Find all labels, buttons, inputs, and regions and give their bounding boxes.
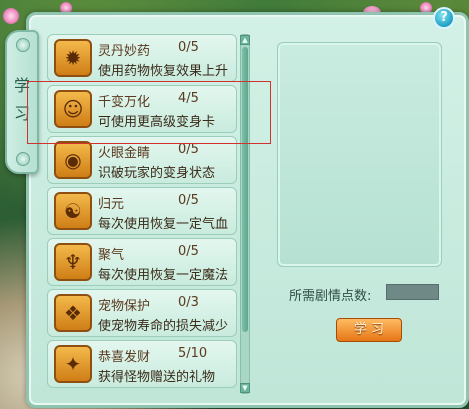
potion-icon: ✹	[54, 39, 92, 77]
skill-description: 识破玩家的变身状态	[98, 166, 216, 181]
skill-description: 使用药物恢复效果上升	[98, 64, 229, 79]
skill-level: 0/5	[178, 244, 199, 259]
skill-description: 每次使用恢复一定气血	[98, 217, 229, 232]
skill-level: 0/5	[178, 142, 199, 157]
skill-item[interactable]: ♆ 聚气 0/5 每次使用恢复一定魔法	[47, 238, 237, 286]
skill-name: 宠物保护	[98, 299, 151, 314]
tab-knob-bottom-icon	[16, 152, 30, 166]
blossom-decoration	[3, 8, 19, 24]
skill-description: 每次使用恢复一定魔法	[98, 268, 229, 283]
help-icon[interactable]: ?	[433, 7, 455, 29]
skill-name: 灵丹妙药	[98, 44, 151, 59]
skill-level: 0/3	[178, 295, 199, 310]
skill-item[interactable]: ✦ 恭喜发财 5/10 获得怪物赠送的礼物	[47, 340, 237, 388]
meditation-icon: ☯	[54, 192, 92, 230]
skill-description: 使宠物寿命的损失减少	[98, 319, 229, 334]
skill-description: 获得怪物赠送的礼物	[98, 370, 216, 385]
skill-name: 火眼金睛	[98, 146, 151, 161]
skill-detail-preview	[277, 42, 442, 267]
selected-skill-highlight	[27, 81, 271, 144]
scroll-down-arrow-icon[interactable]: ▼	[240, 383, 250, 393]
gold-ingot-icon: ✦	[54, 345, 92, 383]
skill-item[interactable]: ✹ 灵丹妙药 0/5 使用药物恢复效果上升	[47, 34, 237, 82]
scroll-up-arrow-icon[interactable]: ▲	[240, 35, 250, 45]
learn-button[interactable]: 学 习	[336, 318, 402, 342]
skill-level: 5/10	[178, 346, 208, 361]
required-points-label: 所需剧情点数:	[289, 289, 372, 304]
required-points-value	[386, 284, 439, 300]
tab-knob-top-icon	[16, 38, 30, 52]
skill-name: 聚气	[98, 248, 125, 263]
pet-shield-icon: ❖	[54, 294, 92, 332]
skill-item[interactable]: ☯ 归元 0/5 每次使用恢复一定气血	[47, 187, 237, 235]
energy-figure-icon: ♆	[54, 243, 92, 281]
skill-name: 恭喜发财	[98, 350, 151, 365]
skill-level: 0/5	[178, 193, 199, 208]
skill-name: 归元	[98, 197, 125, 212]
skill-level: 0/5	[178, 40, 199, 55]
skill-item[interactable]: ❖ 宠物保护 0/3 使宠物寿命的损失减少	[47, 289, 237, 337]
eye-icon: ◉	[54, 141, 92, 179]
